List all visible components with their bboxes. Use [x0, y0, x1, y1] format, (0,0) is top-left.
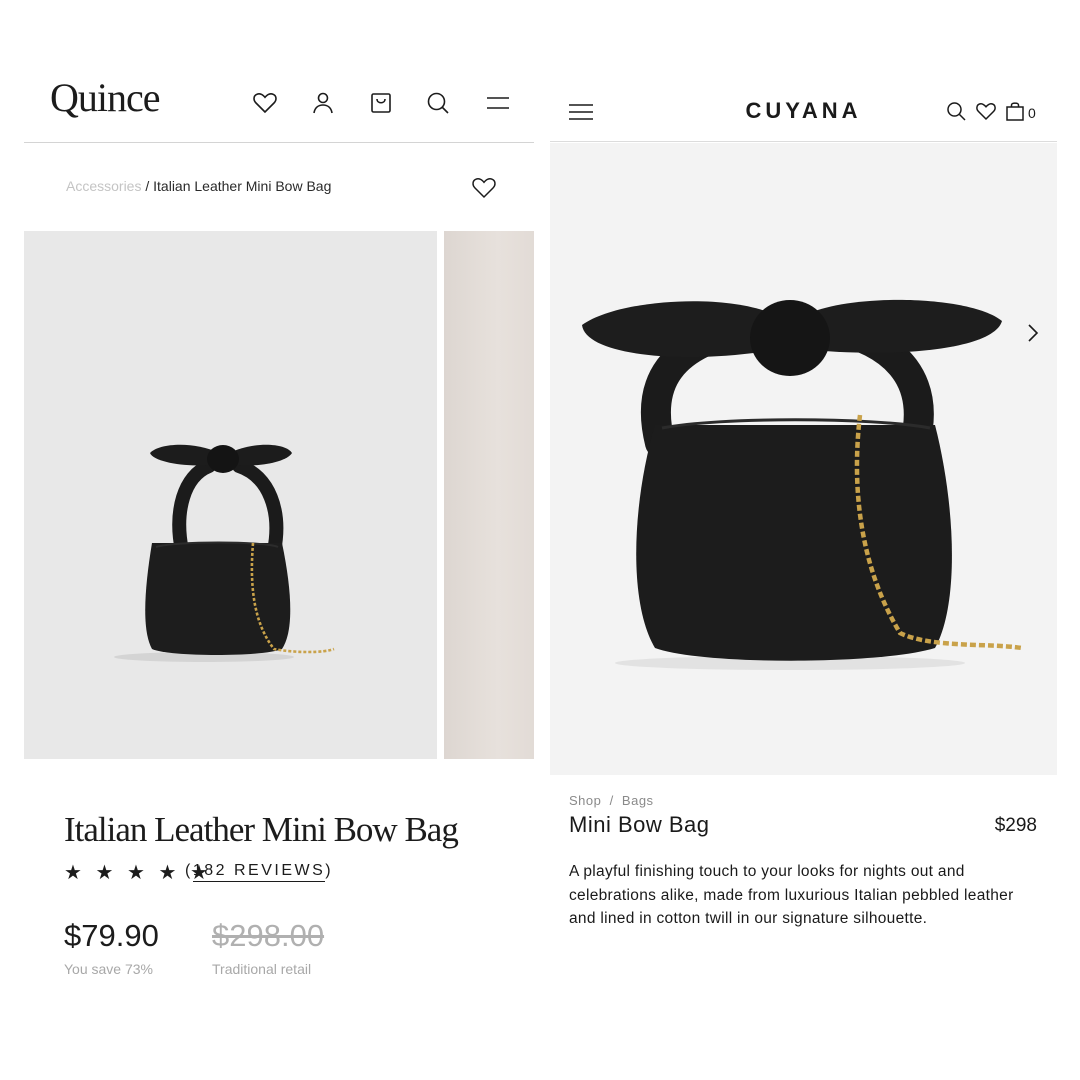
shopping-bag-icon[interactable] [366, 88, 396, 118]
reviews-close-paren: ) [325, 862, 334, 879]
savings-label: You save 73% [64, 961, 153, 977]
sale-price: $79.90 [64, 918, 159, 953]
shopping-bag-icon[interactable] [1004, 100, 1026, 122]
wishlist-heart-icon[interactable] [975, 100, 997, 122]
breadcrumb-link-accessories[interactable]: Accessories [66, 178, 141, 194]
cart-count: 0 [1028, 105, 1036, 121]
quince-logo[interactable]: Quince [50, 74, 161, 121]
cuyana-header: CUYANA 0 [550, 80, 1057, 142]
retail-label: Traditional retail [212, 961, 312, 977]
bow-bag-photo [114, 444, 335, 662]
product-price: $298 [994, 815, 1037, 836]
breadcrumb-separator: / [141, 178, 154, 194]
breadcrumb-current: Italian Leather Mini Bow Bag [153, 178, 332, 194]
product-name: Mini Bow Bag [569, 812, 710, 837]
reviews-link[interactable]: (182 REVIEWS) [185, 862, 334, 882]
bow-bag-photo [582, 299, 1023, 670]
reviews-open-paren: ( [185, 862, 193, 879]
menu-icon[interactable] [483, 88, 513, 118]
cuyana-panel: CUYANA 0 Shop / Bags Mini Bow Bag $298 A… [550, 0, 1057, 1080]
breadcrumb: Accessories / Italian Leather Mini Bow B… [66, 178, 331, 194]
wishlist-heart-icon[interactable] [250, 88, 280, 118]
add-to-wishlist-heart-icon[interactable] [470, 174, 498, 202]
chevron-right-icon[interactable] [1023, 321, 1043, 345]
account-user-icon[interactable] [308, 88, 338, 118]
search-icon[interactable] [423, 88, 453, 118]
retail-price: $298.00 [212, 918, 325, 953]
product-image[interactable] [550, 143, 1057, 775]
search-icon[interactable] [945, 100, 967, 122]
product-image-next[interactable] [444, 231, 534, 759]
product-title: Italian Leather Mini Bow Bag [64, 810, 459, 849]
product-image-main[interactable] [24, 231, 437, 759]
quince-panel: Quince Accessories / Italian Leather Min… [24, 0, 534, 1080]
quince-header: Quince [24, 60, 534, 143]
product-description: A playful finishing touch to your looks … [569, 863, 1014, 927]
reviews-count-label: 182 REVIEWS [192, 862, 326, 882]
breadcrumb[interactable]: Shop / Bags [569, 793, 654, 808]
